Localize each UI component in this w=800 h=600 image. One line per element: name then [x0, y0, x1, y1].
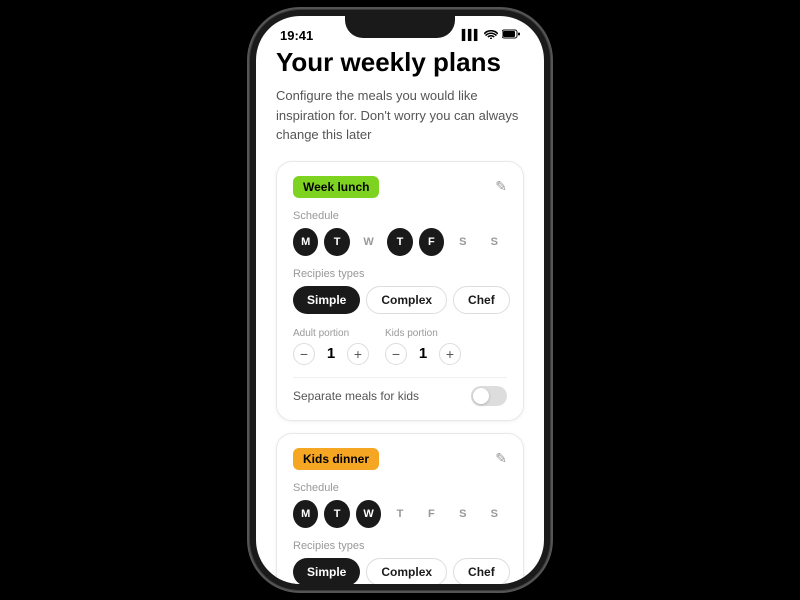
wifi-icon: [484, 29, 498, 42]
kids-decrease-1[interactable]: −: [385, 343, 407, 365]
status-icons: ▌▌▌: [462, 29, 520, 42]
recipe-label-1: Recipies types: [293, 268, 507, 280]
day-S2-2[interactable]: S: [482, 500, 507, 528]
portions-row-1: Adult portion − 1 + Kids portion − 1 +: [293, 328, 507, 365]
scroll-content[interactable]: Your weekly plans Configure the meals yo…: [256, 47, 544, 584]
recipe-chef-1[interactable]: Chef: [453, 286, 510, 314]
edit-icon-2[interactable]: ✎: [495, 450, 507, 467]
recipe-types-1: Simple Complex Chef: [293, 286, 507, 314]
kids-increase-1[interactable]: +: [439, 343, 461, 365]
status-time: 19:41: [280, 28, 313, 43]
notch: [345, 16, 455, 38]
phone-screen: 19:41 ▌▌▌: [256, 16, 544, 584]
day-S1-2[interactable]: S: [450, 500, 475, 528]
kids-value-1: 1: [415, 345, 431, 362]
recipe-label-2: Recipies types: [293, 540, 507, 552]
adult-controls-1: − 1 +: [293, 343, 369, 365]
card-header-2: Kids dinner ✎: [293, 448, 507, 470]
days-row-2: M T W T F S S: [293, 500, 507, 528]
day-F-1[interactable]: F: [419, 228, 444, 256]
adult-increase-1[interactable]: +: [347, 343, 369, 365]
page-title: Your weekly plans: [276, 47, 524, 78]
recipe-complex-2[interactable]: Complex: [366, 558, 447, 584]
adult-portion-group-1: Adult portion − 1 +: [293, 328, 369, 365]
recipe-simple-2[interactable]: Simple: [293, 558, 360, 584]
edit-icon-1[interactable]: ✎: [495, 178, 507, 195]
day-T1-2[interactable]: T: [324, 500, 349, 528]
day-W-1[interactable]: W: [356, 228, 381, 256]
week-lunch-card: Week lunch ✎ Schedule M T W T F S S Reci…: [276, 161, 524, 421]
schedule-label-1: Schedule: [293, 210, 507, 222]
signal-icon: ▌▌▌: [462, 30, 480, 41]
adult-label-1: Adult portion: [293, 328, 369, 339]
recipe-complex-1[interactable]: Complex: [366, 286, 447, 314]
adult-decrease-1[interactable]: −: [293, 343, 315, 365]
day-S2-1[interactable]: S: [482, 228, 507, 256]
toggle-knob-1: [473, 388, 489, 404]
kids-controls-1: − 1 +: [385, 343, 461, 365]
battery-icon: [502, 29, 520, 42]
recipe-types-2: Simple Complex Chef: [293, 558, 507, 584]
day-F-2[interactable]: F: [419, 500, 444, 528]
week-lunch-tag: Week lunch: [293, 176, 379, 198]
day-S1-1[interactable]: S: [450, 228, 475, 256]
kids-dinner-tag: Kids dinner: [293, 448, 379, 470]
day-W-2[interactable]: W: [356, 500, 381, 528]
day-T2-1[interactable]: T: [387, 228, 412, 256]
page-subtitle: Configure the meals you would like inspi…: [276, 86, 524, 145]
recipe-simple-1[interactable]: Simple: [293, 286, 360, 314]
days-row-1: M T W T F S S: [293, 228, 507, 256]
recipe-chef-2[interactable]: Chef: [453, 558, 510, 584]
card-header-1: Week lunch ✎: [293, 176, 507, 198]
kids-dinner-card: Kids dinner ✎ Schedule M T W T F S S Rec…: [276, 433, 524, 584]
kids-portion-group-1: Kids portion − 1 +: [385, 328, 461, 365]
separate-meals-row-1: Separate meals for kids: [293, 377, 507, 406]
day-M-1[interactable]: M: [293, 228, 318, 256]
adult-value-1: 1: [323, 345, 339, 362]
kids-label-1: Kids portion: [385, 328, 461, 339]
day-M-2[interactable]: M: [293, 500, 318, 528]
separate-label-1: Separate meals for kids: [293, 389, 419, 403]
phone-frame: 19:41 ▌▌▌: [250, 10, 550, 590]
day-T1-1[interactable]: T: [324, 228, 349, 256]
separate-toggle-1[interactable]: [471, 386, 507, 406]
schedule-label-2: Schedule: [293, 482, 507, 494]
day-T2-2[interactable]: T: [387, 500, 412, 528]
